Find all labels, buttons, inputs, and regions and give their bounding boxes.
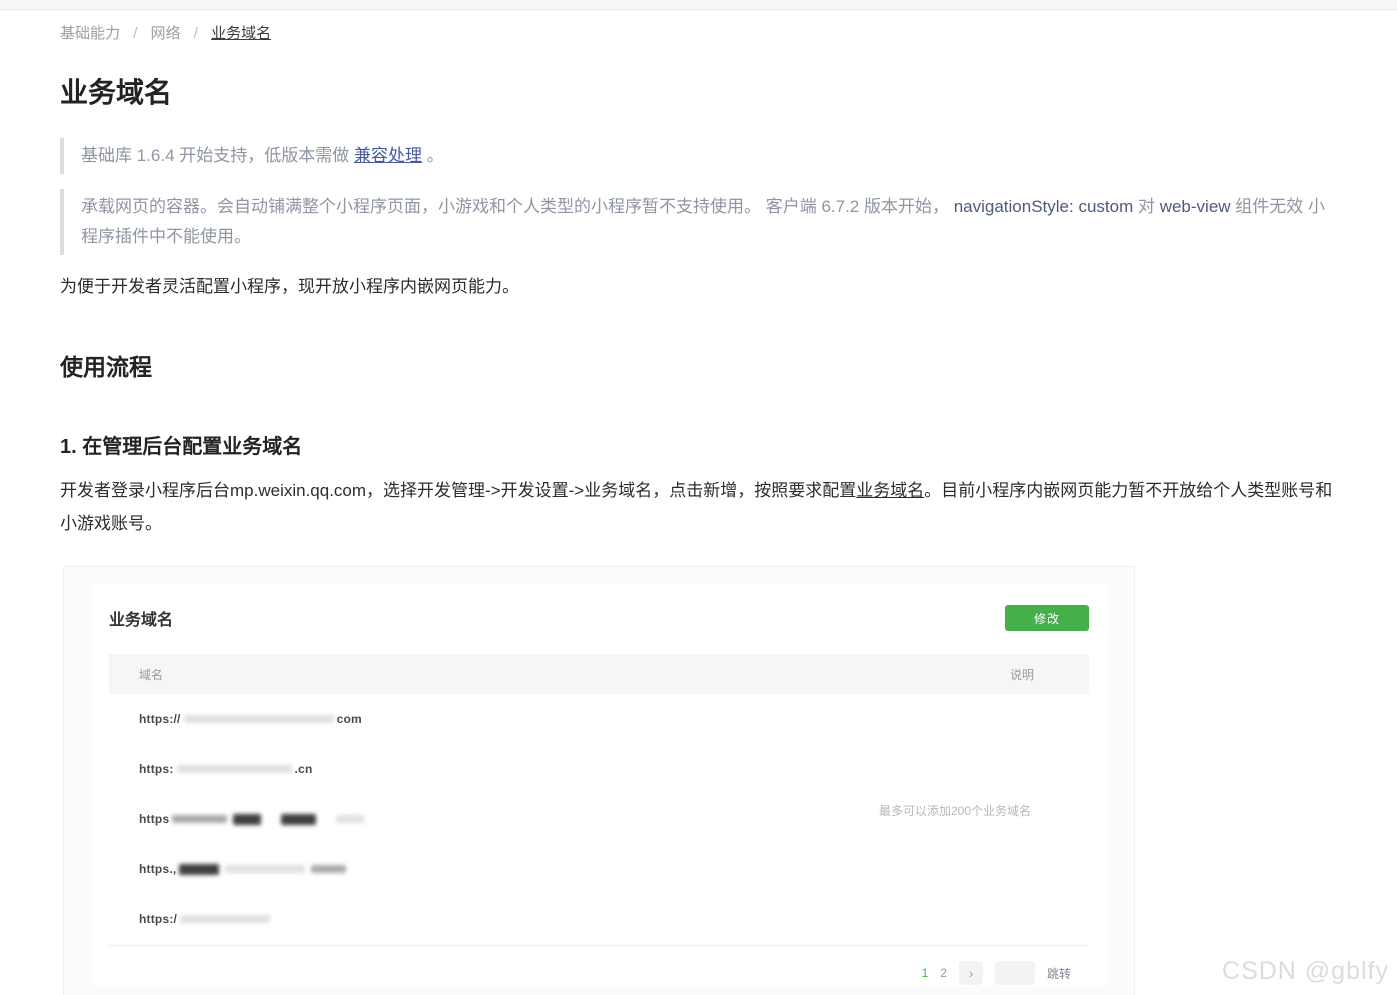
page-1: 1 — [922, 966, 929, 980]
domain-settings-card: 业务域名 修改 域名 说明 https:// com https: .cn http… — [91, 584, 1107, 986]
redacted-segment — [184, 715, 334, 723]
domain-prefix: https — [139, 812, 169, 826]
table-row: https:// com — [109, 694, 1089, 744]
usage-flow-heading: 使用流程 — [60, 354, 1339, 380]
redacted-segment — [179, 864, 219, 875]
page-title: 业务域名 — [60, 76, 1339, 109]
desc-text: 对 — [1133, 197, 1159, 216]
csdn-watermark: CSDN @gblfy — [1222, 957, 1389, 986]
admin-console-screenshot: 业务域名 修改 域名 说明 https:// com https: .cn http… — [63, 566, 1135, 995]
card-header: 业务域名 修改 — [109, 584, 1089, 631]
next-page-button: › — [959, 961, 983, 985]
step-1-heading: 1. 在管理后台配置业务域名 — [60, 435, 1339, 459]
redacted-segment — [180, 915, 270, 923]
page-2: 2 — [940, 966, 947, 980]
table-header: 域名 说明 — [109, 654, 1089, 694]
redacted-segment — [281, 814, 316, 825]
compat-link[interactable]: 兼容处理 — [354, 146, 422, 165]
domain-table-body: https:// com https: .cn https https., http… — [109, 694, 1089, 944]
chevron-right-icon: › — [969, 966, 973, 981]
compat-note-text: 基础库 1.6.4 开始支持，低版本需做 — [81, 146, 354, 165]
breadcrumb: 基础能力 / 网络 / 业务域名 — [60, 23, 1339, 45]
web-view-code: web-view — [1160, 197, 1231, 216]
redacted-segment — [177, 765, 292, 773]
table-row: https., — [109, 844, 1089, 894]
breadcrumb-separator: / — [194, 25, 198, 42]
card-title: 业务域名 — [109, 606, 173, 630]
redacted-segment — [233, 814, 261, 825]
intro-paragraph: 为便于开发者灵活配置小程序，现开放小程序内嵌网页能力。 — [60, 277, 1339, 297]
edit-button: 修改 — [1005, 605, 1089, 631]
breadcrumb-item-capability[interactable]: 基础能力 — [60, 25, 120, 42]
breadcrumb-item-current[interactable]: 业务域名 — [211, 25, 271, 42]
domain-suffix: .cn — [295, 762, 313, 776]
step-1-paragraph: 开发者登录小程序后台mp.weixin.qq.com，选择开发管理->开发设置-… — [60, 474, 1345, 540]
top-strip — [0, 0, 1397, 10]
column-domain: 域名 — [139, 666, 163, 683]
navigation-style-code: navigationStyle: custom — [954, 197, 1134, 216]
table-bottom-divider — [109, 945, 1089, 946]
domain-prefix: https:// — [139, 712, 181, 726]
table-row: https:/ — [109, 894, 1089, 944]
domain-limit-note: 最多可以添加200个业务域名 — [879, 802, 1031, 819]
domain-prefix: https:/ — [139, 912, 177, 926]
redacted-segment — [225, 865, 305, 873]
table-row: https: .cn — [109, 744, 1089, 794]
domain-prefix: https., — [139, 862, 176, 876]
component-description-note: 承载网页的容器。会自动铺满整个小程序页面，小游戏和个人类型的小程序暂不支持使用。… — [60, 189, 1341, 255]
page-jump-input — [995, 961, 1035, 985]
domain-prefix: https: — [139, 762, 174, 776]
breadcrumb-item-network[interactable]: 网络 — [151, 25, 181, 42]
compat-note: 基础库 1.6.4 开始支持，低版本需做 兼容处理 。 — [60, 138, 1339, 174]
domain-suffix: com — [337, 712, 362, 726]
step-text: 开发者登录小程序后台mp.weixin.qq.com，选择开发管理->开发设置-… — [60, 481, 856, 500]
jump-label: 跳转 — [1047, 965, 1071, 982]
redacted-segment — [311, 865, 346, 873]
redacted-segment — [336, 815, 364, 823]
breadcrumb-separator: / — [133, 25, 137, 42]
step-text-underlined: 业务域名 — [856, 481, 924, 500]
desc-text: 承载网页的容器。会自动铺满整个小程序页面，小游戏和个人类型的小程序暂不支持使用。… — [81, 197, 954, 216]
doc-page: 基础能力 / 网络 / 业务域名 业务域名 基础库 1.6.4 开始支持，低版本… — [0, 23, 1397, 995]
redacted-segment — [172, 815, 227, 823]
compat-note-text-after: 。 — [422, 146, 444, 165]
column-description: 说明 — [1010, 666, 1034, 683]
pagination: 1 2 › 跳转 — [109, 961, 1071, 985]
